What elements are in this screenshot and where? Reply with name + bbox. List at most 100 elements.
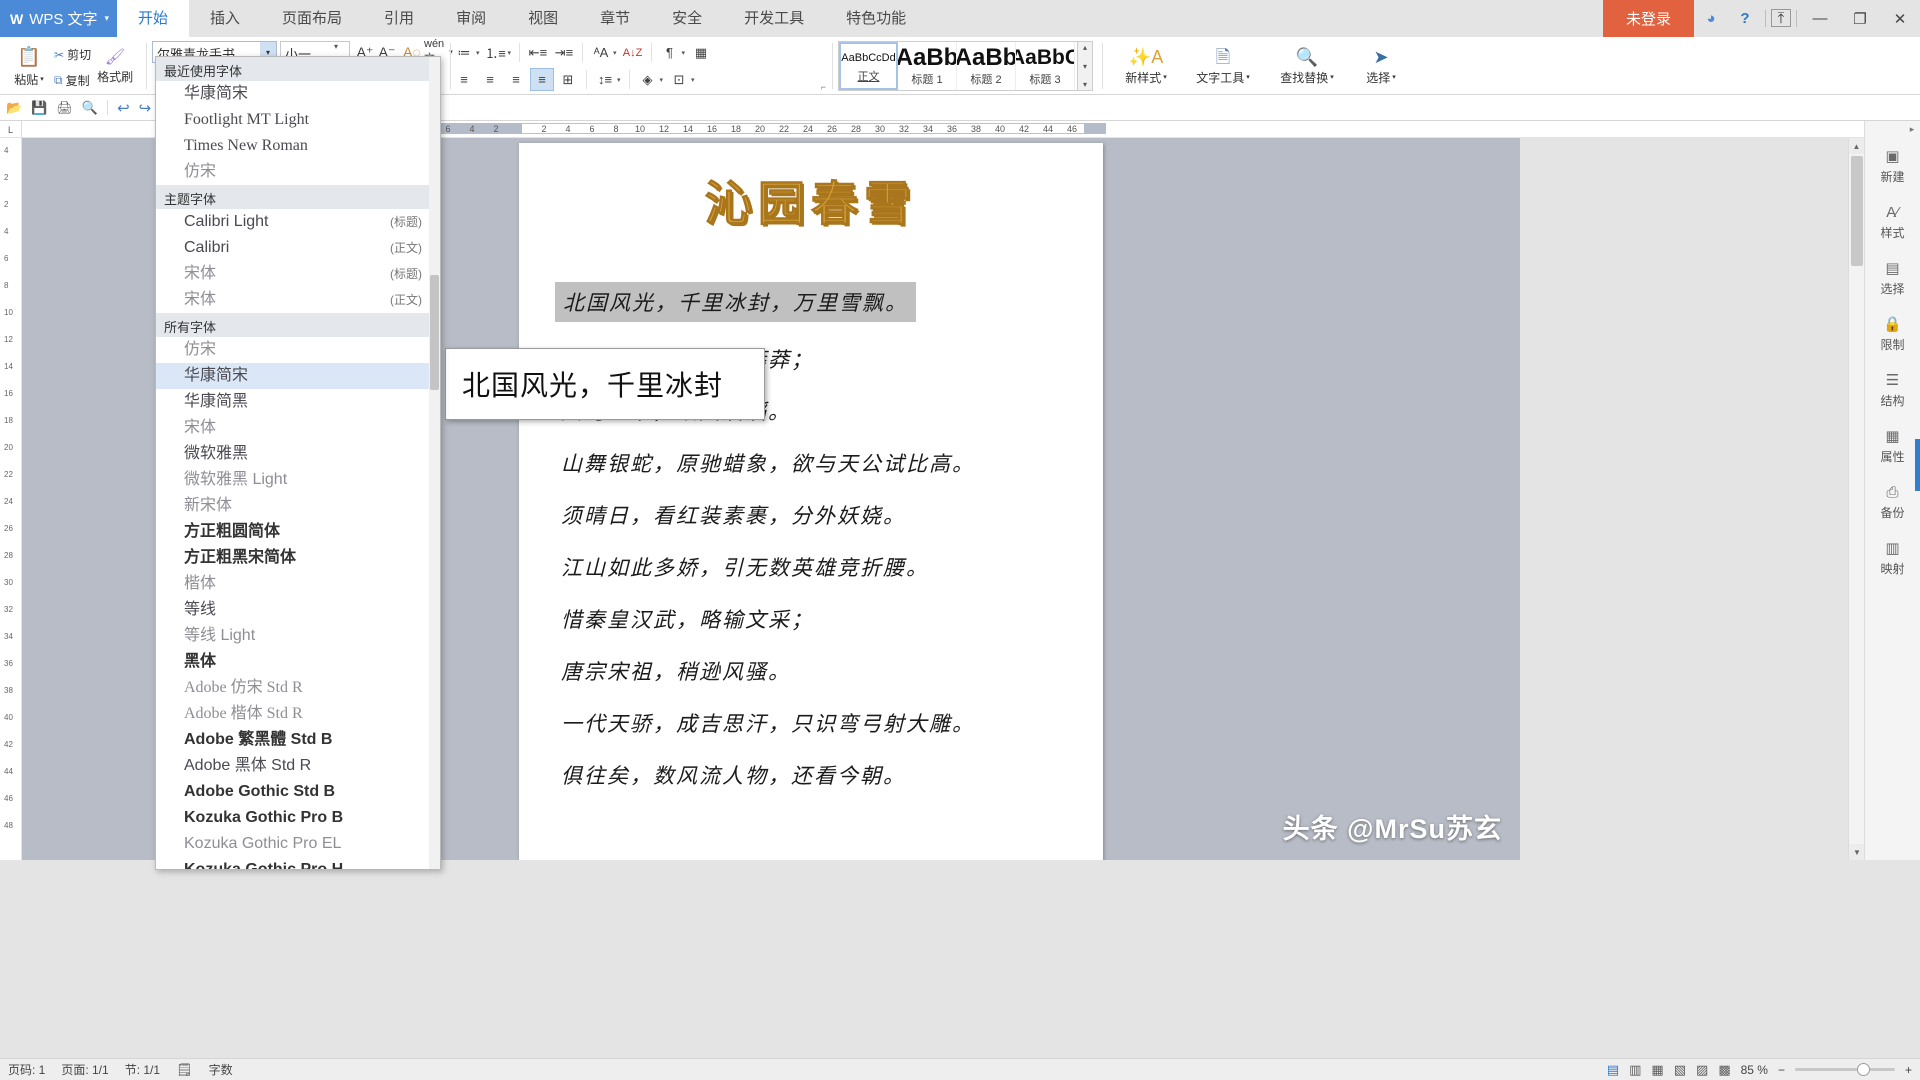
poem-line[interactable]: 山舞银蛇，原驰蜡象，欲与天公试比高。 <box>561 448 1103 478</box>
line-spacing-button[interactable]: ↕≡ <box>593 68 617 91</box>
show-marks-button[interactable]: ¶ <box>658 41 682 64</box>
chevron-down-icon[interactable]: ▾ <box>682 49 688 57</box>
align-distributed-button[interactable]: ⊞ <box>556 68 580 91</box>
poem-line[interactable]: 俱往矣，数风流人物，还看今朝。 <box>561 760 1103 790</box>
style-item-heading2[interactable]: AaBb 标题 2 <box>957 42 1016 90</box>
format-painter-button[interactable]: 🖌 格式刷 <box>91 37 139 95</box>
chevron-down-icon[interactable]: ▾ <box>508 49 514 57</box>
font-list-item[interactable]: Adobe 黑体 Std R <box>156 753 440 779</box>
sidebar-collapse-icon[interactable]: ▸ <box>1904 121 1920 137</box>
font-list-item[interactable]: Kozuka Gothic Pro H <box>156 857 440 870</box>
vertical-ruler[interactable]: 4224681012141618202224262830323436384042… <box>0 138 22 860</box>
protect-view-icon[interactable]: ▨ <box>1696 1062 1708 1078</box>
zoom-in-button[interactable]: + <box>1905 1063 1912 1077</box>
chevron-down-icon[interactable]: ▾ <box>40 75 44 83</box>
zoom-slider[interactable] <box>1795 1068 1895 1071</box>
sidebar-item-new[interactable]: ▣新建 <box>1865 139 1920 195</box>
style-item-body[interactable]: AaBbCcDd 正文 <box>839 42 898 90</box>
poem-line[interactable]: 须晴日，看红装素裹，分外妖娆。 <box>561 500 1103 530</box>
align-left-button[interactable]: ≡ <box>452 68 476 91</box>
sidebar-item-select[interactable]: ▤选择 <box>1865 251 1920 307</box>
poem-line[interactable]: 惜秦皇汉武，略输文采； <box>561 604 1103 634</box>
font-list-item[interactable]: Times New Roman <box>156 133 440 159</box>
sidebar-item-styles[interactable]: A⁄样式 <box>1865 195 1920 251</box>
restore-button[interactable]: ❐ <box>1840 0 1880 37</box>
scroll-down-icon[interactable]: ▾ <box>1083 62 1087 71</box>
chevron-down-icon[interactable]: ▾ <box>1246 73 1250 81</box>
sort-button[interactable]: A↓Z <box>621 41 645 64</box>
text-tools-button[interactable]: 🗎 文字工具 ▾ <box>1182 41 1264 91</box>
chat-icon[interactable]: ◕ <box>1694 0 1728 37</box>
undo-icon[interactable]: ↩ <box>117 99 130 117</box>
font-list-item[interactable]: 等线 <box>156 597 440 623</box>
font-list-item[interactable]: 仿宋 <box>156 337 440 363</box>
font-name-dropdown-list[interactable]: 最近使用字体华康简宋Footlight MT LightTimes New Ro… <box>155 56 441 870</box>
tab-stop-selector[interactable]: L <box>0 121 22 138</box>
open-icon[interactable]: 📂 <box>6 100 22 116</box>
font-list-item[interactable]: Kozuka Gothic Pro B <box>156 805 440 831</box>
font-list-item[interactable]: 宋体(标题) <box>156 261 440 287</box>
styles-more-icon[interactable]: ▾ <box>1083 80 1087 89</box>
tab-review[interactable]: 审阅 <box>435 0 507 37</box>
chevron-down-icon[interactable]: ▾ <box>1330 73 1334 81</box>
font-list-item[interactable]: Adobe 繁黑體 Std B <box>156 727 440 753</box>
font-list-item[interactable]: 微软雅黑 <box>156 441 440 467</box>
border-button[interactable]: ⊡ <box>667 68 691 91</box>
numbering-button[interactable]: ⒈≡ <box>484 41 508 64</box>
font-list-item[interactable]: 微软雅黑 Light <box>156 467 440 493</box>
share-icon[interactable]: ⤒ <box>1771 9 1791 27</box>
chevron-down-icon[interactable]: ▾ <box>617 76 623 84</box>
app-logo-badge[interactable]: W WPS 文字 ▾ <box>0 0 117 37</box>
font-list-item[interactable]: 华康简宋 <box>156 81 440 107</box>
poem-line[interactable]: 一代天骄，成吉思汗，只识弯弓射大雕。 <box>561 708 1103 738</box>
zoom-out-button[interactable]: − <box>1778 1063 1785 1077</box>
chevron-down-icon[interactable]: ▾ <box>691 76 697 84</box>
font-list-item[interactable]: 宋体(正文) <box>156 287 440 313</box>
chevron-down-icon[interactable]: ▾ <box>1392 73 1396 81</box>
poem-line[interactable]: 江山如此多娇，引无数英雄竞折腰。 <box>561 552 1103 582</box>
zoom-slider-knob[interactable] <box>1857 1063 1870 1076</box>
tab-start[interactable]: 开始 <box>117 0 189 37</box>
tab-security[interactable]: 安全 <box>651 0 723 37</box>
fullscreen-view-icon[interactable]: ▩ <box>1718 1062 1730 1078</box>
print-icon[interactable]: 🖨 <box>56 100 73 116</box>
decrease-indent-button[interactable]: ⇤≡ <box>526 41 550 64</box>
styles-scrollbar[interactable]: ▴ ▾ ▾ <box>1078 41 1093 91</box>
char-format-button[interactable]: ᴬA <box>589 41 613 64</box>
font-list-item[interactable]: Calibri Light(标题) <box>156 209 440 235</box>
paragraph-dialog-launcher[interactable]: ⌐ <box>821 82 826 92</box>
borders-grid-button[interactable]: ▦ <box>689 41 713 64</box>
selected-paragraph[interactable]: 北国风光，千里冰封，万里雪飘。 <box>555 282 916 322</box>
scrollbar-thumb[interactable] <box>1851 156 1863 266</box>
document-scrollbar[interactable]: ▲ ▼ <box>1848 138 1864 860</box>
sidebar-item-backup[interactable]: ⎙备份 <box>1865 475 1920 531</box>
scroll-down-icon[interactable]: ▼ <box>1849 844 1865 860</box>
scroll-up-icon[interactable]: ▴ <box>1083 43 1087 52</box>
font-dropdown-scrollbar[interactable] <box>429 57 440 870</box>
login-button[interactable]: 未登录 <box>1603 0 1694 37</box>
font-list-item[interactable]: Footlight MT Light <box>156 107 440 133</box>
tab-insert[interactable]: 插入 <box>189 0 261 37</box>
new-style-button[interactable]: ✨A 新样式 ▾ <box>1110 41 1182 91</box>
sidebar-item-structure[interactable]: ☰结构 <box>1865 363 1920 419</box>
font-list-item[interactable]: Adobe 仿宋 Std R <box>156 675 440 701</box>
tab-page-layout[interactable]: 页面布局 <box>261 0 363 37</box>
save-icon[interactable]: 💾 <box>31 100 47 116</box>
tab-section[interactable]: 章节 <box>579 0 651 37</box>
bullets-button[interactable]: ≔ <box>452 41 476 64</box>
word-count-icon[interactable]: 🗒 <box>176 1062 193 1078</box>
chevron-down-icon[interactable]: ▾ <box>1163 73 1167 81</box>
align-right-button[interactable]: ≡ <box>504 68 528 91</box>
shading-button[interactable]: ◈ <box>636 68 660 91</box>
close-button[interactable]: ✕ <box>1880 0 1920 37</box>
sidebar-item-properties[interactable]: ▦属性 <box>1865 419 1920 475</box>
increase-indent-button[interactable]: ⇥≡ <box>552 41 576 64</box>
tab-references[interactable]: 引用 <box>363 0 435 37</box>
status-word-count[interactable]: 字数 <box>209 1061 233 1078</box>
tab-dev-tools[interactable]: 开发工具 <box>723 0 825 37</box>
style-item-heading3[interactable]: AaBbC 标题 3 <box>1016 42 1075 90</box>
font-list-item[interactable]: 宋体 <box>156 415 440 441</box>
chevron-down-icon[interactable]: ▾ <box>476 49 482 57</box>
minimize-button[interactable]: — <box>1800 0 1840 37</box>
paste-button[interactable]: 📋 粘贴 ▾ <box>4 37 54 95</box>
